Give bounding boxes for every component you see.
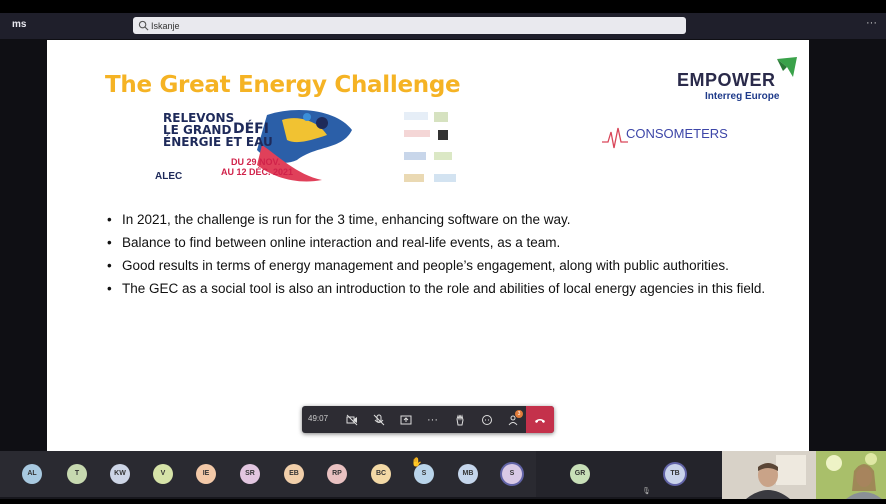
hang-up-icon	[535, 418, 545, 423]
more-actions-icon[interactable]: ···	[419, 406, 446, 433]
participant-video[interactable]	[816, 451, 886, 499]
empower-logo: EMPOWER Interreg Europe	[677, 57, 797, 107]
poster-org: ALEC	[155, 171, 183, 182]
more-options-icon[interactable]: ···	[866, 17, 877, 29]
bullet-item: The GEC as a social tool is also an intr…	[107, 281, 787, 296]
mic-off-icon	[373, 414, 384, 425]
bullet-item: In 2021, the challenge is run for the 3 …	[107, 212, 787, 227]
participant-initials: TB	[670, 470, 680, 477]
empower-logo-subtitle: Interreg Europe	[705, 91, 780, 102]
raise-hand-icon	[455, 413, 464, 425]
participant-initials: SR	[245, 470, 255, 477]
search-input[interactable]	[151, 17, 671, 34]
poster-dates-1: DU 29 NOV.	[231, 157, 281, 167]
raised-hand-icon: ✋	[411, 457, 423, 467]
poster-dates-2: AU 12 DÉC. 2021	[221, 167, 294, 177]
participant-avatar[interactable]: AL	[22, 464, 42, 484]
hang-up-button[interactable]	[526, 406, 554, 433]
participant-avatar-active[interactable]: TB	[665, 464, 685, 484]
participants-button[interactable]	[500, 406, 527, 433]
participant-avatar[interactable]: KW	[110, 464, 130, 484]
campaign-poster: RELEVONS LE GRAND ÉNERGIE ET EAU DÉFI DU…	[147, 105, 357, 187]
participant-avatar[interactable]: EB	[284, 464, 304, 484]
meeting-timer: 49:07	[308, 414, 329, 423]
tile-group-2	[536, 451, 722, 497]
participant-initials: RP	[332, 470, 342, 477]
participant-initials: S	[509, 470, 515, 477]
participant-avatar[interactable]: V	[153, 464, 173, 484]
participant-initials: IE	[202, 470, 210, 477]
participants-badge: 3	[515, 410, 523, 418]
participant-initials: T	[74, 470, 80, 477]
shared-slide: The Great Energy Challenge EMPOWER Inter…	[47, 40, 809, 452]
bullet-list: In 2021, the challenge is run for the 3 …	[107, 212, 787, 304]
participant-initials: AL	[27, 470, 37, 477]
partner-logo-grid	[404, 112, 456, 182]
video-feed-woman	[816, 451, 886, 499]
partner-logos	[402, 110, 462, 188]
app-name: ms	[12, 19, 27, 30]
empower-logo-text: EMPOWER	[677, 70, 776, 90]
slide-title: The Great Energy Challenge	[105, 72, 461, 98]
mic-muted-icon: 🎙	[642, 488, 651, 495]
participant-initials: GR	[574, 470, 586, 477]
participant-initials: V	[160, 470, 166, 477]
share-screen-icon	[400, 415, 411, 424]
participant-avatar-active[interactable]: S	[502, 464, 522, 484]
mic-off-button[interactable]	[365, 406, 392, 433]
participant-gallery: AL T KW V IE SR EB RP BC S ✋ MB S GR TB …	[0, 451, 886, 499]
participant-avatar[interactable]: BC	[371, 464, 391, 484]
participant-avatar[interactable]: IE	[196, 464, 216, 484]
meeting-toolbar: 49:07 ··· 3	[302, 406, 554, 433]
camera-off-button[interactable]	[338, 406, 365, 433]
search-box[interactable]	[133, 17, 686, 34]
participant-avatar[interactable]: RP	[327, 464, 347, 484]
raise-hand-button[interactable]	[446, 406, 473, 433]
title-bar: ms ···	[0, 13, 886, 39]
participant-initials: MB	[462, 470, 474, 477]
consometers-logo-text: CONSOMETERS	[626, 126, 728, 141]
poster-line-3: ÉNERGIE ET EAU	[163, 135, 273, 149]
bullet-item: Balance to find between online interacti…	[107, 235, 787, 250]
participant-initials: BC	[375, 470, 387, 477]
participant-initials: S	[421, 470, 427, 477]
pulse-icon	[602, 127, 628, 149]
share-screen-button[interactable]	[392, 406, 419, 433]
empower-leaf-icon	[777, 57, 797, 77]
search-icon	[138, 20, 149, 31]
consometers-logo: CONSOMETERS	[602, 122, 732, 152]
bullet-item: Good results in terms of energy manageme…	[107, 258, 787, 273]
video-feed-man	[722, 451, 816, 499]
participant-video[interactable]	[722, 451, 816, 499]
participant-initials: EB	[289, 470, 299, 477]
participant-avatar[interactable]: T	[67, 464, 87, 484]
chat-icon	[481, 414, 492, 425]
participant-avatar[interactable]: SR	[240, 464, 260, 484]
camera-off-icon	[346, 414, 357, 425]
participant-avatar[interactable]: GR	[570, 464, 590, 484]
chat-button[interactable]	[473, 406, 500, 433]
participant-initials: KW	[114, 470, 126, 477]
participant-avatar[interactable]: MB	[458, 464, 478, 484]
poster-defi: DÉFI	[233, 121, 269, 137]
